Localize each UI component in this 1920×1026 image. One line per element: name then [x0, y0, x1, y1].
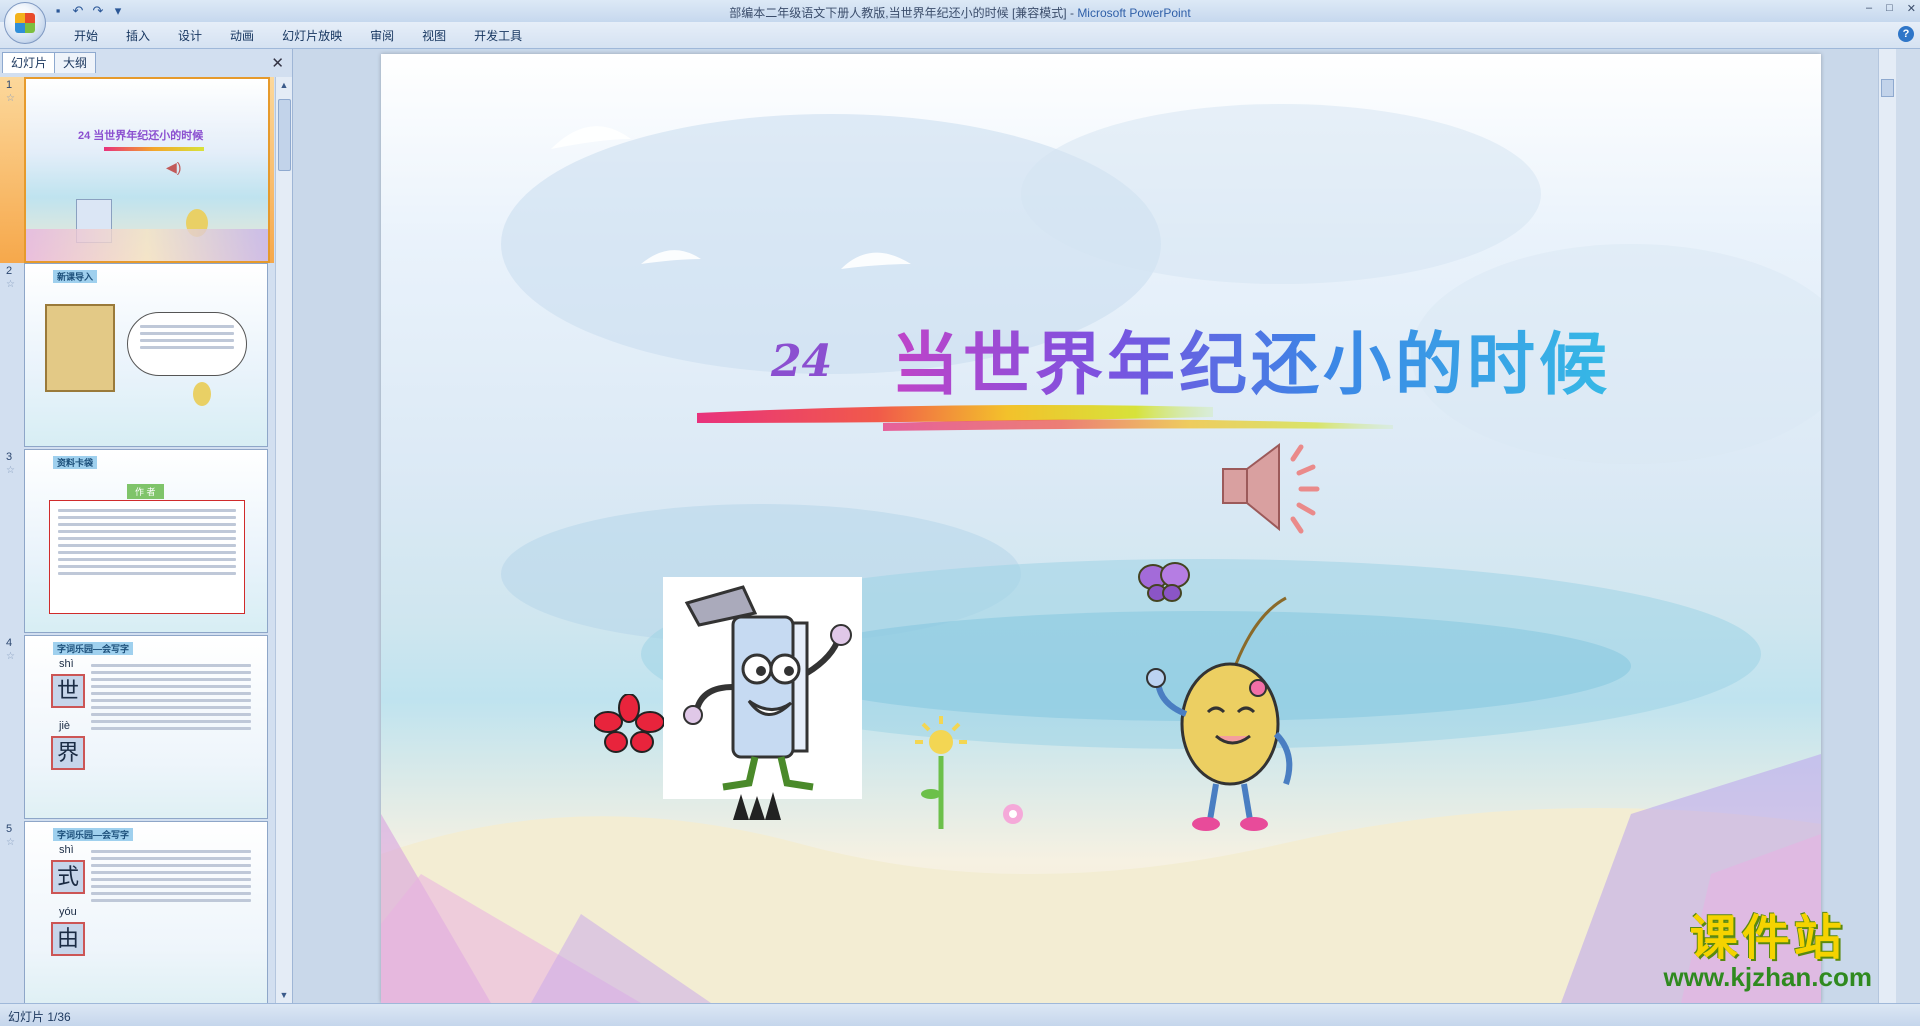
- character-card: 世: [51, 674, 85, 708]
- tab-slides[interactable]: 幻灯片: [2, 52, 57, 73]
- thumbnail-preview: 新课导入: [24, 263, 268, 447]
- rainbow-brush-stroke: [697, 405, 1393, 431]
- thumbnail-caption: 字词乐园—会写字: [53, 642, 134, 655]
- book-character-image: [663, 577, 862, 799]
- help-icon[interactable]: ?: [1898, 26, 1914, 42]
- speaker-icon[interactable]: [1221, 439, 1331, 539]
- scroll-up-icon[interactable]: ▲: [276, 77, 292, 93]
- app-name: Microsoft PowerPoint: [1077, 6, 1191, 20]
- character-card: 界: [51, 736, 85, 770]
- scroll-thumb[interactable]: [1881, 79, 1894, 97]
- window-title: 部编本二年级语文下册人教版,当世界年纪还小的时候 [兼容模式] - Micros…: [0, 4, 1920, 21]
- thumbnail-title: 24 当世界年纪还小的时候: [78, 130, 204, 142]
- character-card: 式: [51, 860, 85, 894]
- slides-panel: 幻灯片 大纲 ✕ 1 ☆ 24 当世界年纪还小的时候 ◀) 2 ☆ 新课导入 3…: [0, 49, 293, 1003]
- ribbon-tabs: 开始 插入 设计 动画 幻灯片放映 审阅 视图 开发工具 ?: [0, 22, 1920, 49]
- thumbnail-scrollbar[interactable]: ▲ ▼: [275, 77, 292, 1003]
- slide-number: 2: [6, 265, 13, 277]
- slide-scrollbar[interactable]: [1878, 49, 1896, 1003]
- slide-thumbnail-4[interactable]: 4 ☆ 字词乐园—会写字 shì 世 jiè 界: [0, 635, 274, 821]
- slide-thumbnail-list: 1 ☆ 24 当世界年纪还小的时候 ◀) 2 ☆ 新课导入 3 ☆ 资料卡袋 作…: [0, 77, 274, 1003]
- minimize-button[interactable]: –: [1866, 2, 1872, 15]
- speech-bubble: [127, 312, 247, 376]
- tab-review[interactable]: 审阅: [356, 27, 408, 45]
- potato-character-icon: [1146, 596, 1293, 831]
- thumbnail-preview: 24 当世界年纪还小的时候 ◀): [24, 77, 270, 263]
- tab-developer[interactable]: 开发工具: [460, 27, 536, 45]
- slide-thumbnail-5[interactable]: 5 ☆ 字词乐园—会写字 shì 式 yóu 由: [0, 821, 274, 1003]
- panel-tabs: 幻灯片 大纲 ✕: [0, 52, 292, 74]
- slide-number: 1: [6, 79, 13, 91]
- scroll-down-icon[interactable]: ▼: [276, 987, 292, 1003]
- pinyin-label: jiè: [59, 720, 71, 732]
- watermark-title: 课件站: [1689, 910, 1846, 966]
- document-title: 部编本二年级语文下册人教版,当世界年纪还小的时候 [兼容模式]: [729, 6, 1067, 20]
- status-bar: 幻灯片 1/36: [0, 1003, 1920, 1026]
- close-button[interactable]: ✕: [1907, 2, 1916, 15]
- pinyin-label: shì: [59, 844, 74, 856]
- pink-flower-icon: [1003, 804, 1023, 824]
- tab-home[interactable]: 开始: [60, 27, 112, 45]
- thumbnail-caption: 字词乐园—会写字: [53, 828, 134, 841]
- thumbnail-preview: 字词乐园—会写字 shì 世 jiè 界: [24, 635, 268, 819]
- tab-design[interactable]: 设计: [164, 27, 216, 45]
- slide-counter: 幻灯片 1/36: [8, 1010, 71, 1024]
- watermark-logo: 课件站 www.kjzhan.com: [1663, 898, 1872, 993]
- slide-title[interactable]: 当世界年纪还小的时候: [891, 309, 1611, 408]
- pinyin-label: shì: [59, 658, 74, 670]
- author-text-box: [49, 500, 245, 614]
- thumbnail-caption: 新课导入: [53, 270, 98, 283]
- slide-number: 4: [6, 637, 13, 649]
- lesson-number[interactable]: 24: [771, 336, 832, 387]
- thumbnail-caption: 资料卡袋: [53, 456, 98, 469]
- author-heading: 作 者: [127, 484, 164, 499]
- slide-editing-area: 24 当世界年纪还小的时候 课件站 www.kjzhan.com: [293, 49, 1896, 1003]
- sunflower-icon: [915, 716, 967, 829]
- slide-background-art: [381, 104, 1821, 1003]
- slide-number: 3: [6, 451, 13, 463]
- thumbnail-ground: [26, 229, 268, 261]
- transition-star-icon: ☆: [6, 279, 15, 290]
- potato-character: [193, 382, 211, 406]
- thumbnail-preview: 字词乐园—会写字 shì 式 yóu 由: [24, 821, 268, 1003]
- close-icon[interactable]: ✕: [271, 54, 284, 72]
- transition-star-icon: ☆: [6, 93, 15, 104]
- book-character-icon: [683, 585, 852, 791]
- tab-outline[interactable]: 大纲: [54, 52, 97, 73]
- office-button[interactable]: [4, 2, 46, 44]
- watermark-url: www.kjzhan.com: [1663, 962, 1872, 992]
- tab-insert[interactable]: 插入: [112, 27, 164, 45]
- transition-star-icon: ☆: [6, 651, 15, 662]
- thumbnail-preview: 资料卡袋 作 者: [24, 449, 268, 633]
- slide-thumbnail-3[interactable]: 3 ☆ 资料卡袋 作 者: [0, 449, 274, 635]
- slide-thumbnail-2[interactable]: 2 ☆ 新课导入: [0, 263, 274, 449]
- thumbnail-brush-stroke: [104, 147, 204, 151]
- window-controls: – □ ✕: [1866, 2, 1916, 15]
- red-flower-icon: [594, 694, 664, 753]
- transition-star-icon: ☆: [6, 837, 15, 848]
- title-separator: -: [1066, 6, 1078, 20]
- office-logo-icon: [15, 13, 35, 33]
- pinyin-label: yóu: [59, 906, 77, 918]
- character-card: 由: [51, 922, 85, 956]
- book-cover-image: [45, 304, 115, 392]
- grass-icon: [733, 792, 781, 820]
- tab-view[interactable]: 视图: [408, 27, 460, 45]
- speaker-icon: ◀): [166, 159, 182, 175]
- maximize-button[interactable]: □: [1886, 2, 1893, 15]
- slide-number: 5: [6, 823, 13, 835]
- scroll-thumb[interactable]: [278, 99, 291, 171]
- current-slide[interactable]: 24 当世界年纪还小的时候: [381, 54, 1821, 1003]
- tab-animations[interactable]: 动画: [216, 27, 268, 45]
- slide-thumbnail-1[interactable]: 1 ☆ 24 当世界年纪还小的时候 ◀): [0, 77, 274, 263]
- title-bar: ▪ ↶ ↷ ▾ 部编本二年级语文下册人教版,当世界年纪还小的时候 [兼容模式] …: [0, 0, 1920, 44]
- transition-star-icon: ☆: [6, 465, 15, 476]
- tab-slideshow[interactable]: 幻灯片放映: [268, 27, 356, 45]
